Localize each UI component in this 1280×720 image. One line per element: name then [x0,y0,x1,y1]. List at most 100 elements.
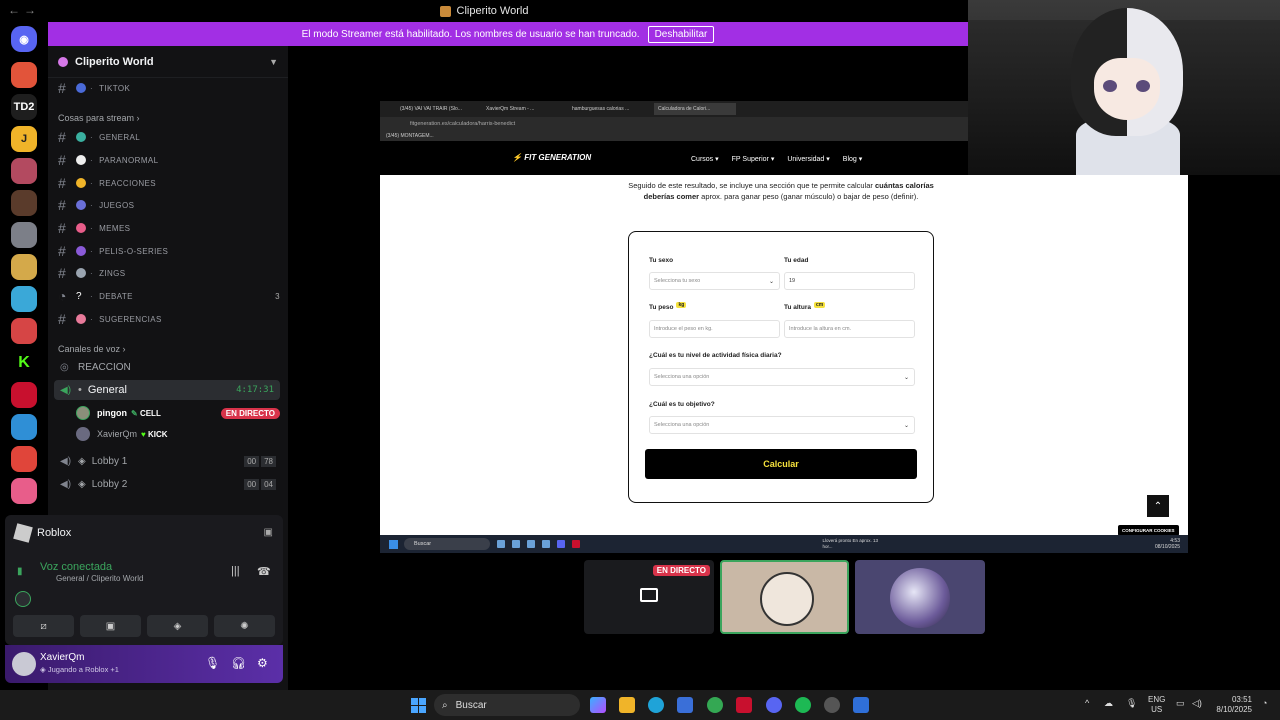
nav-universidad[interactable]: Universidad ▾ [787,155,829,163]
channel-debate[interactable]: ◔? · DEBATE 3 [58,286,280,306]
windows-start-icon[interactable] [411,698,426,713]
gear-icon[interactable]: ⚙︎ [257,656,268,670]
disconnect-icon[interactable]: ☎ [257,565,271,578]
cloud-icon[interactable]: ☁ [1104,698,1113,709]
user-tile[interactable] [720,560,849,634]
nav-fp[interactable]: FP Superior ▾ [732,155,775,163]
weather-widget[interactable]: Lloverá pronto En aprox. 13 hor... [822,538,882,550]
channel-sugerencias[interactable]: # · SUGERENCIAS [58,309,280,329]
edad-input[interactable]: 19 [784,272,915,290]
voice-channel-reaccion[interactable]: ◎ REACCION [54,357,280,377]
discord-icon[interactable] [766,697,782,713]
app-icon[interactable] [527,540,535,548]
server-k[interactable]: K [11,350,37,376]
store-icon[interactable] [677,697,693,713]
server-icon[interactable] [11,318,37,344]
nav-cursos[interactable]: Cursos ▾ [691,155,719,163]
language-indicator[interactable]: ENG US [1148,695,1165,715]
scroll-top-button[interactable]: ⌃ [1147,495,1169,517]
taskbar-search[interactable]: ⌕ Buscar [434,694,580,716]
app-icon[interactable] [512,540,520,548]
screen-share-button[interactable]: ▣ [80,615,141,637]
objetivo-select[interactable]: Selecciona una opción ⌄ [649,416,915,434]
microphone-icon[interactable]: 🎙︎ [205,656,220,670]
headphones-icon[interactable]: 🎧︎ [231,656,246,670]
sexo-select[interactable]: Selecciona tu sexo ⌄ [649,272,780,290]
shared-search[interactable]: Buscar [404,538,490,550]
voice-status[interactable]: Voz conectada [40,561,112,573]
activity-button[interactable]: ◈ [147,615,208,637]
volume-icon[interactable]: ◁) [1192,698,1202,709]
nav-blog[interactable]: Blog ▾ [843,155,862,163]
stream-thumbnail[interactable]: EN DIRECTO [584,560,714,634]
server-icon[interactable] [11,382,37,408]
browser-tab[interactable]: hamburguesas calorias ... [568,103,650,115]
server-j[interactable]: J [11,126,37,152]
category-voice[interactable]: Canales de voz › [58,344,126,354]
screen-share-icon[interactable]: ▣ [264,527,273,538]
chevron-up-icon[interactable]: ^ [1085,698,1089,708]
history-arrows-icon[interactable]: ←→ [8,3,40,17]
channel-zings[interactable]: # · ZINGS [58,263,280,283]
server-icon[interactable] [11,446,37,472]
voice-member[interactable]: XavierQm ♥ KICK [76,425,280,443]
valorant-icon[interactable] [736,697,752,713]
server-icon[interactable] [11,190,37,216]
channel-general[interactable]: # · GENERAL [58,127,280,147]
discord-home-icon[interactable]: ◉ [11,26,37,52]
spotify-icon[interactable] [795,697,811,713]
soundboard-button[interactable]: ✺ [214,615,275,637]
server-icon[interactable] [11,478,37,504]
peso-input[interactable]: Introduce el peso en kg. [649,320,780,338]
server-icon[interactable] [11,286,37,312]
voice-channel-lobby1[interactable]: ◀) ◈ Lobby 1 00 78 [54,451,280,471]
avatar[interactable] [12,652,36,676]
chrome-icon[interactable] [707,697,723,713]
microphone-icon[interactable]: 🎙︎ [1126,698,1137,709]
actividad-select[interactable]: Selecciona una opción ⌄ [649,368,915,386]
camera-off-button[interactable]: ⧄ [13,615,74,637]
voice-channel-lobby2[interactable]: ◀) ◈ Lobby 2 00 04 [54,474,280,494]
server-icon[interactable] [11,62,37,88]
server-td2[interactable]: TD2 [11,94,37,120]
server-header[interactable]: Cliperito World ▼ [48,46,288,78]
windows-icon[interactable] [389,539,398,549]
browser-tab[interactable]: (3/45) VAI VAI TRAIR (Slo... [396,103,478,115]
app-icon[interactable] [542,540,550,548]
calcular-button[interactable]: Calcular [645,449,917,479]
channel-tiktok[interactable]: # · TIKTOK [58,78,280,98]
notifications-icon[interactable]: ◔ [1262,698,1267,708]
altura-input[interactable]: Introduce la altura en cm. [784,320,915,338]
roblox-icon[interactable] [853,697,869,713]
server-icon[interactable] [11,254,37,280]
app-icon[interactable] [497,540,505,548]
user-name[interactable]: XavierQm [40,652,84,663]
fitgen-logo[interactable]: ⚡ FIT GENERATION [512,153,591,162]
disable-streamer-button[interactable]: Deshabilitar [647,25,715,43]
browser-tab[interactable]: XavierQm Stream - ... [482,103,564,115]
voice-member[interactable]: pingon ✎ CELL EN DIRECTO [76,404,280,422]
discord-icon[interactable] [557,540,565,548]
channel-pelis[interactable]: # · PELIS-O-SERIES [58,241,280,261]
server-icon[interactable] [11,414,37,440]
channel-juegos[interactable]: # · JUEGOS [58,195,280,215]
chevron-down-icon[interactable]: ▼ [269,57,278,67]
voice-channel-general[interactable]: ◀) • General 4:17:31 [54,380,280,400]
app-icon[interactable] [572,540,580,548]
server-icon[interactable] [11,222,37,248]
edge-icon[interactable] [648,697,664,713]
server-icon[interactable] [11,158,37,184]
channel-reacciones[interactable]: # · REACCIONES [58,173,280,193]
channel-memes[interactable]: # · MEMES [58,218,280,238]
category-stream[interactable]: Cosas para stream › [58,113,140,123]
network-icon[interactable]: ▭ [1176,698,1185,709]
folder-icon[interactable] [619,697,635,713]
app-icon[interactable] [824,697,840,713]
user-tile[interactable] [855,560,985,634]
browser-tab-active[interactable]: Calculadora de Calori... [654,103,736,115]
noise-suppression-icon[interactable]: ||| [231,565,240,577]
taskbar-clock[interactable]: 03:51 8/10/2025 [1212,695,1252,715]
channel-paranormal[interactable]: # · PARANORMAL [58,150,280,170]
copilot-icon[interactable] [590,697,606,713]
voice-location[interactable]: General / Cliperito World [56,574,143,583]
